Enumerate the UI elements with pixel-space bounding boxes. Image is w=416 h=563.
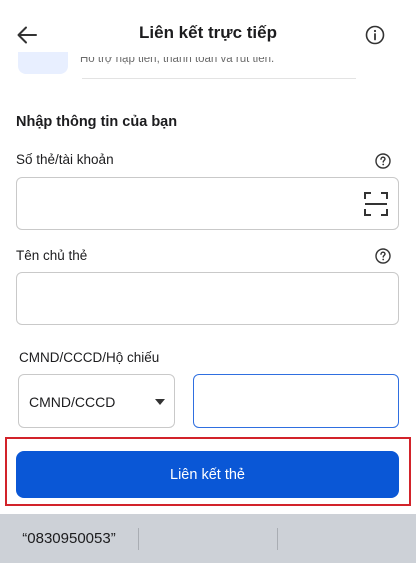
divider: [277, 528, 278, 550]
info-button[interactable]: [364, 24, 386, 46]
id-type-value: CMND/CCCD: [29, 394, 116, 410]
id-number-input[interactable]: [194, 375, 398, 427]
card-number-input[interactable]: [17, 178, 398, 229]
page-title: Liên kết trực tiếp: [139, 23, 277, 42]
service-card-icon: [18, 52, 68, 74]
divider: [82, 78, 356, 79]
back-button[interactable]: [12, 20, 42, 50]
keyboard-suggestion-bar: “0830950053”: [0, 514, 416, 563]
scan-card-button[interactable]: [363, 191, 389, 217]
cardholder-input[interactable]: [17, 273, 398, 324]
card-number-help-button[interactable]: [375, 153, 391, 169]
id-type-select[interactable]: CMND/CCCD: [18, 374, 175, 428]
divider: [138, 528, 139, 550]
card-number-field[interactable]: [16, 177, 399, 230]
help-circle-icon: [375, 153, 391, 169]
cardholder-field[interactable]: [16, 272, 399, 325]
section-title: Nhập thông tin của bạn: [16, 114, 178, 130]
help-circle-icon: [375, 248, 391, 264]
scan-frame-icon: [364, 192, 388, 216]
card-number-label: Số thẻ/tài khoản: [16, 152, 114, 167]
caret-down-icon: [155, 399, 165, 405]
keyboard-suggestion[interactable]: “0830950053”: [0, 514, 138, 563]
arrow-left-icon: [17, 26, 37, 44]
cardholder-label: Tên chủ thẻ: [16, 248, 88, 263]
cardholder-help-button[interactable]: [375, 248, 391, 264]
id-document-label: CMND/CCCD/Hộ chiếu: [19, 350, 160, 365]
link-card-button[interactable]: Liên kết thẻ: [16, 451, 399, 498]
id-number-field[interactable]: [193, 374, 399, 428]
info-circle-icon: [365, 25, 385, 45]
